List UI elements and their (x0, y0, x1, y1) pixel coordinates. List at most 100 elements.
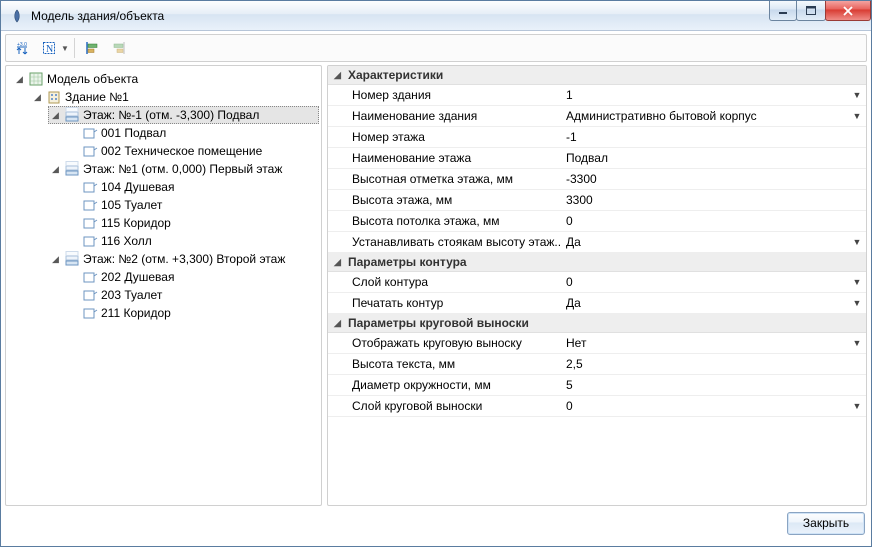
property-value[interactable]: 1▼ (560, 85, 866, 105)
object-tree: ◢ Модель объекта ◢ (8, 70, 319, 322)
property-name: Высота текста, мм (328, 354, 560, 374)
property-row[interactable]: Наименование этажаПодвал (328, 148, 866, 169)
close-button[interactable]: Закрыть (787, 512, 865, 535)
tree-node-room[interactable]: ▸203 Туалет (66, 286, 319, 304)
number-tool-button[interactable]: N (37, 37, 61, 59)
chevron-down-icon[interactable]: ▼ (852, 277, 862, 287)
property-row[interactable]: Высота потолка этажа, мм0 (328, 211, 866, 232)
group-header-callout[interactable]: ◢ Параметры круговой выноски (328, 314, 866, 333)
group-header-characteristics[interactable]: ◢ Характеристики (328, 66, 866, 85)
property-row[interactable]: Устанавливать стоякам высоту этаж...Да▼ (328, 232, 866, 253)
tree-node-room[interactable]: ▸ 001 Подвал (66, 124, 319, 142)
chevron-down-icon[interactable]: ▼ (852, 338, 862, 348)
room-icon (82, 197, 98, 213)
property-value[interactable]: 3300 (560, 190, 866, 210)
expander-icon[interactable]: ◢ (14, 74, 25, 85)
property-value[interactable]: Административно бытовой корпус ▼ (560, 106, 866, 126)
property-row[interactable]: Высота текста, мм2,5 (328, 354, 866, 375)
tree-node-floor-1[interactable]: ◢ Этаж: №1 (отм. 0,000) Первый этаж (48, 160, 319, 178)
property-value[interactable]: Нет ▼ (560, 333, 866, 353)
close-window-button[interactable] (825, 1, 871, 21)
property-value[interactable]: Да ▼ (560, 293, 866, 313)
split-container: ◢ Модель объекта ◢ (5, 65, 867, 506)
app-icon (9, 8, 25, 24)
property-row[interactable]: Высота этажа, мм3300 (328, 190, 866, 211)
group-title: Параметры круговой выноски (348, 316, 529, 330)
elevation-tool-button[interactable]: +3.0 (10, 37, 34, 59)
chevron-down-icon[interactable]: ▼ (852, 401, 862, 411)
dialog-buttons: Закрыть (5, 506, 867, 540)
property-row[interactable]: Слой круговой выноски0▼ (328, 396, 866, 417)
tree-label: 203 Туалет (101, 288, 162, 302)
maximize-button[interactable] (796, 1, 826, 21)
floor-icon (64, 161, 80, 177)
tree-node-floor-2[interactable]: ◢ Этаж: №2 (отм. +3,300) Второй этаж (48, 250, 319, 268)
property-value[interactable]: -1 (560, 127, 866, 147)
property-value[interactable]: 2,5 (560, 354, 866, 374)
group-title: Характеристики (348, 68, 443, 82)
tree-node-room[interactable]: ▸116 Холл (66, 232, 319, 250)
chevron-down-icon[interactable]: ▼ (852, 237, 862, 247)
property-value[interactable]: 0▼ (560, 272, 866, 292)
room-icon (82, 305, 98, 321)
align-right-tool-button[interactable] (107, 37, 131, 59)
property-row[interactable]: Отображать круговую выноскуНет▼ (328, 333, 866, 354)
property-row[interactable]: Диаметр окружности, мм5 (328, 375, 866, 396)
expander-icon[interactable]: ◢ (50, 164, 61, 175)
property-grid: ◢ХарактеристикиНомер здания1▼Наименовани… (328, 66, 866, 417)
tree-node-floor-m1[interactable]: ◢ Этаж: №-1 (отм. -3,300) Подвал (48, 106, 319, 124)
property-row[interactable]: Печатать контурДа▼ (328, 293, 866, 314)
property-row[interactable]: Слой контура0▼ (328, 272, 866, 293)
expander-icon[interactable]: ◢ (50, 254, 61, 265)
property-row[interactable]: Номер здания1▼ (328, 85, 866, 106)
expander-icon[interactable]: ◢ (334, 318, 344, 329)
expander-icon[interactable]: ◢ (334, 70, 344, 81)
minimize-button[interactable] (769, 1, 797, 21)
property-value-text: Административно бытовой корпус (566, 109, 757, 123)
property-name: Высота этажа, мм (328, 190, 560, 210)
property-value[interactable]: 5 (560, 375, 866, 395)
room-icon (82, 233, 98, 249)
group-header-contour[interactable]: ◢Параметры контура (328, 253, 866, 272)
property-value-text: -3300 (566, 172, 597, 186)
tree-node-room[interactable]: ▸104 Душевая (66, 178, 319, 196)
expander-icon[interactable]: ◢ (50, 110, 61, 121)
tree-node-room[interactable]: ▸ 002 Техническое помещение (66, 142, 319, 160)
property-value[interactable]: Подвал (560, 148, 866, 168)
floor-icon (64, 107, 80, 123)
expander-icon[interactable]: ◢ (32, 92, 43, 103)
client-area: +3.0 N ▼ (1, 31, 871, 546)
window-controls (770, 1, 871, 21)
tree-node-room[interactable]: ▸202 Душевая (66, 268, 319, 286)
property-row[interactable]: Номер этажа-1 (328, 127, 866, 148)
tree-node-room[interactable]: ▸115 Коридор (66, 214, 319, 232)
titlebar[interactable]: Модель здания/объекта (1, 1, 871, 31)
building-icon (46, 89, 62, 105)
tree-node-building[interactable]: ◢ Здание №1 (30, 88, 319, 106)
property-value[interactable]: 0▼ (560, 396, 866, 416)
tree-node-room[interactable]: ▸105 Туалет (66, 196, 319, 214)
property-value[interactable]: 0 (560, 211, 866, 231)
tree-node-room[interactable]: ▸211 Коридор (66, 304, 319, 322)
property-pane[interactable]: ◢ХарактеристикиНомер здания1▼Наименовани… (327, 65, 867, 506)
number-tool-dropdown[interactable]: ▼ (61, 44, 69, 53)
property-value[interactable]: Да▼ (560, 232, 866, 252)
property-name: Диаметр окружности, мм (328, 375, 560, 395)
tree-label: Здание №1 (65, 90, 129, 104)
expander-icon[interactable]: ◢ (334, 257, 344, 268)
property-name: Высота потолка этажа, мм (328, 211, 560, 231)
tree-pane[interactable]: ◢ Модель объекта ◢ (5, 65, 322, 506)
property-row[interactable]: Высотная отметка этажа, мм-3300 (328, 169, 866, 190)
property-value-text: Нет (566, 336, 586, 350)
property-value-text: Да (566, 296, 581, 310)
chevron-down-icon[interactable]: ▼ (852, 298, 862, 308)
property-value[interactable]: -3300 (560, 169, 866, 189)
tree-label: Этаж: №-1 (отм. -3,300) Подвал (83, 108, 259, 122)
align-left-tool-button[interactable] (80, 37, 104, 59)
property-value-text: 1 (566, 88, 573, 102)
property-row[interactable]: Наименование зданияАдминистративно бытов… (328, 106, 866, 127)
chevron-down-icon[interactable]: ▼ (852, 90, 862, 100)
chevron-down-icon[interactable]: ▼ (852, 111, 862, 121)
tree-label: 211 Коридор (101, 306, 171, 320)
tree-node-root[interactable]: ◢ Модель объекта (12, 70, 319, 88)
